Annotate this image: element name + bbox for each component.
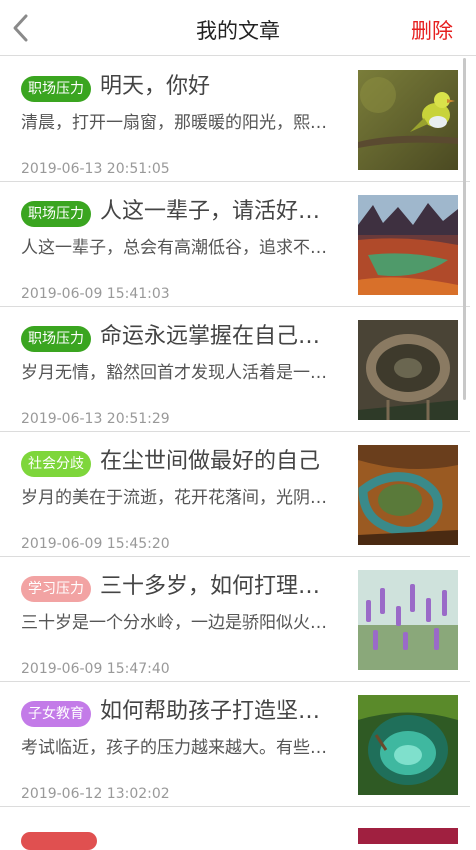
delete-button[interactable]: 删除 bbox=[411, 15, 453, 45]
article-title: 如何帮助孩子打造坚… bbox=[100, 699, 321, 724]
category-tag: 职场压力 bbox=[21, 76, 91, 102]
category-tag: 职场压力 bbox=[21, 326, 91, 352]
article-title: 在尘世间做最好的自己 bbox=[100, 449, 321, 474]
bridge-thumbnail bbox=[358, 320, 458, 420]
article-summary: 岁月的美在于流逝，花开花落间，光阴… bbox=[21, 488, 327, 508]
article-title: 命运永远掌握在自己… bbox=[100, 324, 321, 349]
top-bar: 我的文章 删除 bbox=[0, 0, 476, 56]
bird-thumbnail bbox=[358, 70, 458, 170]
article-summary: 人这一辈子，总会有高潮低谷，追求不… bbox=[21, 238, 327, 258]
list-item-partial[interactable] bbox=[0, 818, 470, 850]
article-summary: 岁月无情，豁然回首才发现人活着是一… bbox=[21, 363, 327, 383]
lavender-thumbnail bbox=[358, 570, 458, 670]
article-summary: 三十岁是一个分水岭，一边是骄阳似火… bbox=[21, 613, 327, 633]
article-date: 2019-06-13 20:51:05 bbox=[21, 161, 170, 177]
article-date: 2019-06-13 20:51:29 bbox=[21, 411, 170, 427]
thumbnail bbox=[358, 828, 458, 844]
list-item[interactable]: 学习压力 三十多岁，如何打理… 三十岁是一个分水岭，一边是骄阳似火… 2019-… bbox=[0, 557, 470, 682]
article-date: 2019-06-12 13:02:02 bbox=[21, 786, 170, 802]
article-date: 2019-06-09 15:47:40 bbox=[21, 661, 170, 677]
river-bend-thumbnail bbox=[358, 445, 458, 545]
list-item[interactable]: 职场压力 明天，你好 清晨，打开一扇窗，那暖暖的阳光，熙… 2019-06-13… bbox=[0, 57, 470, 182]
article-summary: 考试临近，孩子的压力越来越大。有些… bbox=[21, 738, 327, 758]
category-tag: 学习压力 bbox=[21, 576, 91, 602]
category-tag: 职场压力 bbox=[21, 201, 91, 227]
list-item[interactable]: 职场压力 人这一辈子，请活好… 人这一辈子，总会有高潮低谷，追求不… 2019-… bbox=[0, 182, 470, 307]
article-list: 职场压力 明天，你好 清晨，打开一扇窗，那暖暖的阳光，熙… 2019-06-13… bbox=[0, 57, 470, 807]
list-item[interactable]: 子女教育 如何帮助孩子打造坚… 考试临近，孩子的压力越来越大。有些… 2019-… bbox=[0, 682, 470, 807]
article-summary: 清晨，打开一扇窗，那暖暖的阳光，熙… bbox=[21, 113, 327, 133]
article-title: 人这一辈子，请活好… bbox=[100, 199, 321, 224]
category-tag: 社会分歧 bbox=[21, 451, 91, 477]
category-tag: 子女教育 bbox=[21, 701, 91, 727]
article-title: 明天，你好 bbox=[100, 74, 211, 99]
canyon-thumbnail bbox=[358, 195, 458, 295]
article-title: 三十多岁，如何打理… bbox=[100, 574, 321, 599]
article-date: 2019-06-09 15:45:20 bbox=[21, 536, 170, 552]
cave-pool-thumbnail bbox=[358, 695, 458, 795]
article-date: 2019-06-09 15:41:03 bbox=[21, 286, 170, 302]
list-item[interactable]: 社会分歧 在尘世间做最好的自己 岁月的美在于流逝，花开花落间，光阴… 2019-… bbox=[0, 432, 470, 557]
scrollbar[interactable] bbox=[463, 58, 466, 400]
page-title: 我的文章 bbox=[196, 19, 280, 43]
list-item[interactable]: 职场压力 命运永远掌握在自己… 岁月无情，豁然回首才发现人活着是一… 2019-… bbox=[0, 307, 470, 432]
category-tag bbox=[21, 832, 97, 850]
